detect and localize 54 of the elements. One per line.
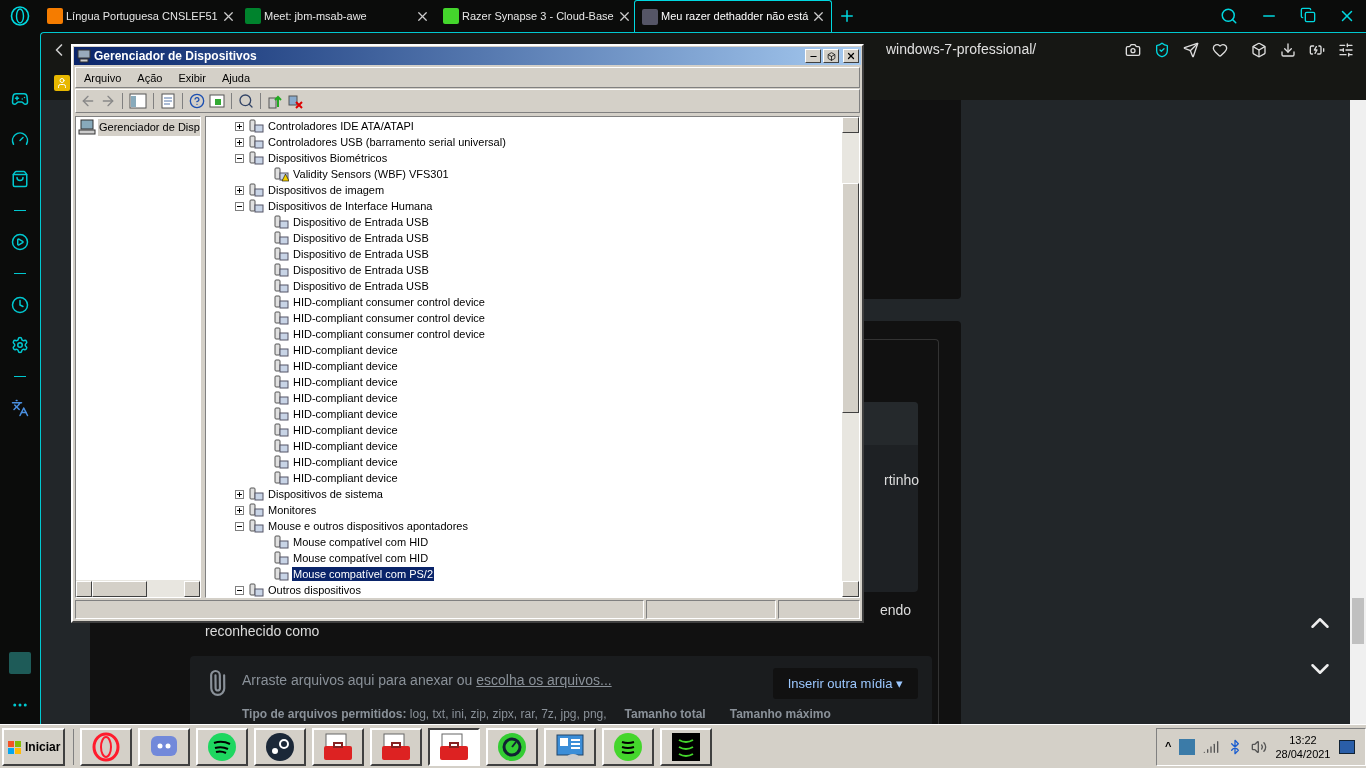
tree-item[interactable]: HID-compliant device [292,439,399,453]
tree-item[interactable]: Dispositivos de sistema [267,487,384,501]
address-field[interactable]: windows-7-professional/ [886,39,1037,60]
tree-item[interactable]: HID-compliant device [292,423,399,437]
tree-item[interactable]: Dispositivo de Entrada USB [292,263,430,277]
attachment-prompt: Arraste arquivos aqui para anexar ou escolha os arquivos... [242,671,612,690]
tree-item[interactable]: HID-compliant device [292,359,399,373]
clock-date: 28/04/2021 [1275,746,1331,761]
post-text: reconhecido como [205,622,321,641]
post-text: endo [880,601,913,620]
menu-item[interactable]: Ajuda [213,69,259,86]
tree-item[interactable]: HID-compliant device [292,455,399,469]
browser-tab[interactable]: Língua Portuguesa CNSLEF51 [40,0,238,32]
tree-item[interactable]: HID-compliant device [292,407,399,421]
tree-item[interactable]: Dispositivos de imagem [267,183,386,197]
start-button[interactable]: Iniciar [2,727,66,766]
browser-tab[interactable]: Razer Synapse 3 - Cloud-Base [436,0,634,32]
tree-item[interactable]: HID-compliant consumer control device [292,327,486,341]
tree-item[interactable]: Monitores [267,503,318,517]
tree-item[interactable]: HID-compliant consumer control device [292,295,486,309]
tree-item[interactable]: Dispositivo de Entrada USB [292,231,430,245]
tree-item[interactable]: Validity Sensors (WBF) VFS301 [292,167,450,181]
tree-item[interactable]: Gerenciador de Disp [98,119,200,136]
tree-item[interactable]: HID-compliant consumer control device [292,311,486,325]
tree-item[interactable]: HID-compliant device [292,343,399,357]
tree-item[interactable]: Mouse compatível com HID [292,535,430,549]
insert-media-button[interactable]: Inserir outra mídia ▾ [772,668,918,699]
tree-item[interactable]: Dispositivos de Interface Humana [267,199,434,213]
tree-item[interactable]: Controladores USB (barramento serial universal) [267,135,507,149]
menu-item[interactable]: Ação [129,69,171,86]
tree-item[interactable]: Dispositivo de Entrada USB [292,215,430,229]
tree-item[interactable]: HID-compliant device [292,375,399,389]
tree-item[interactable]: Mouse compatível com PS/2 [292,567,434,581]
window-title: Gerenciador de Dispositivos [94,48,257,65]
tree-item[interactable]: Dispositivo de Entrada USB [292,247,430,261]
browser-tab[interactable]: Meet: jbm-msab-awe [238,0,436,32]
allowed-types-text: Tipo de arquivos permitidos: log, txt, ini, zip, zipx, rar, 7z, jpg, png, [242,706,607,723]
max-size-label: Tamanho máximo [729,706,831,723]
tree-item[interactable]: HID-compliant device [292,471,399,485]
menu-item[interactable]: Arquivo [76,69,130,86]
tree-item[interactable]: Dispositivos Biométricos [267,151,389,165]
tree-item[interactable]: HID-compliant device [292,391,399,405]
tree-item[interactable]: Mouse e outros dispositivos apontadores [267,519,469,533]
choose-files-link[interactable]: escolha os arquivos... [476,672,612,688]
menu-item[interactable]: Exibir [170,69,214,86]
clock-time: 13:22 [1289,732,1317,747]
tree-item[interactable]: Controladores IDE ATA/ATAPI [267,119,415,133]
tree-item[interactable]: Outros dispositivos [267,583,362,597]
tray-chevron[interactable]: ^ [1165,738,1172,755]
tree-item[interactable]: Mouse compatível com HID [292,551,430,565]
browser-tab[interactable]: Meu razer dethadder não está [634,0,832,32]
post-text: rtinho [884,471,918,490]
tree-item[interactable]: Dispositivo de Entrada USB [292,279,430,293]
total-size-label: Tamanho total [624,706,706,723]
